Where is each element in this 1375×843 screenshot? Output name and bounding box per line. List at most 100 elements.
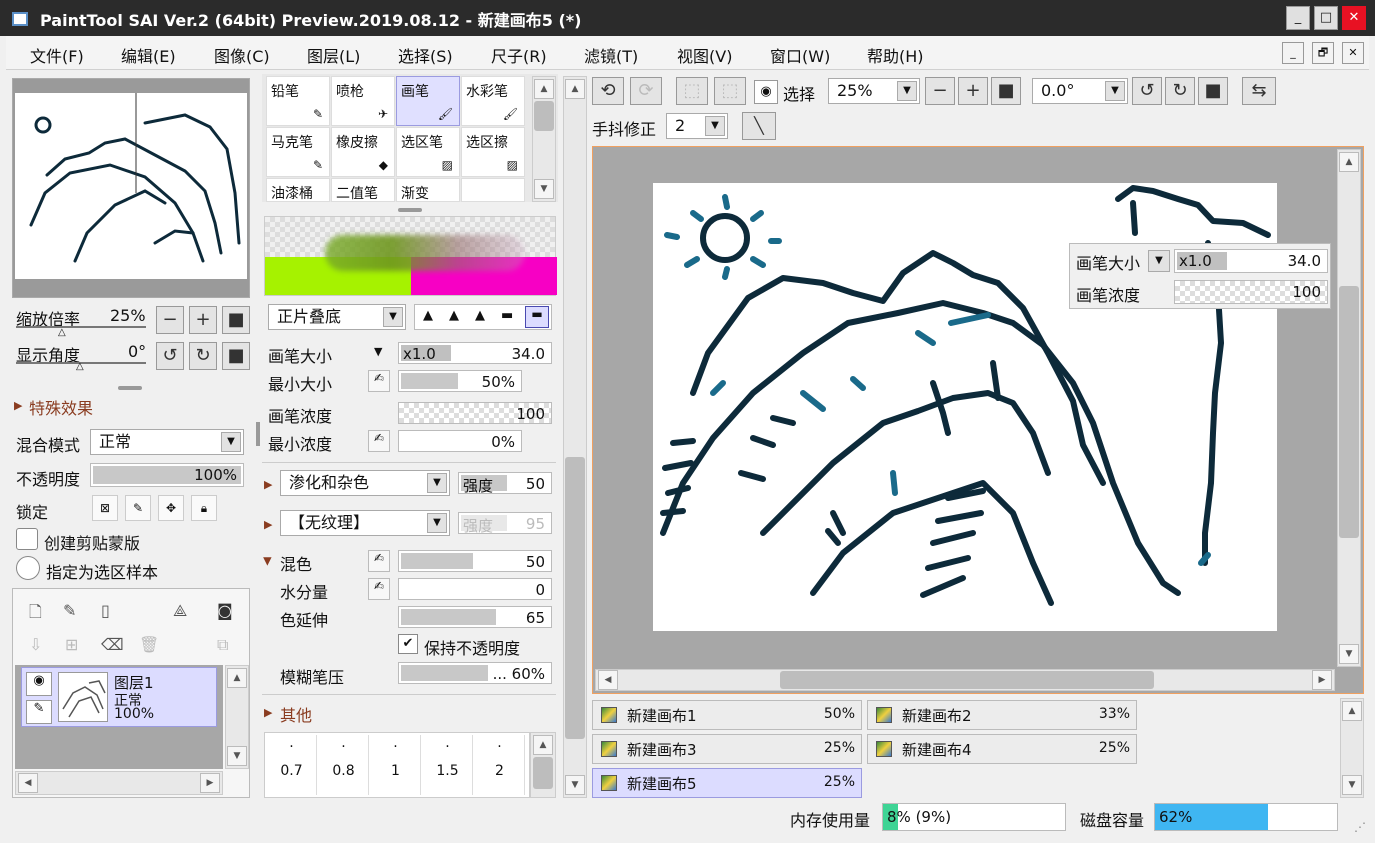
clip-mask-checkbox[interactable] (16, 528, 38, 550)
invert-selection-button[interactable]: ⬚ (714, 77, 746, 105)
lock-paint-icon[interactable]: ✎ (125, 495, 151, 521)
panel-resize-handle[interactable] (256, 422, 260, 446)
menu-help[interactable]: 帮助(H) (867, 43, 924, 67)
brush-shape-3-icon[interactable]: ▲ (475, 308, 485, 323)
layer-hscroll[interactable]: ◀ ▶ (15, 771, 223, 795)
menu-window[interactable]: 窗口(W) (770, 43, 830, 67)
pressure-density-icon[interactable]: ✍ (368, 430, 390, 452)
brush-shape-5-icon[interactable]: ▬ (525, 306, 549, 328)
stabilizer-select[interactable]: 2 ▼ (666, 113, 728, 139)
water-slider[interactable]: 0 (398, 578, 552, 600)
size-preset[interactable]: · 1.5 (423, 735, 473, 795)
blur-slider[interactable]: ... 60% (398, 662, 552, 684)
tool-二值笔[interactable]: 二值笔 (331, 178, 395, 202)
panel-splitter[interactable] (398, 208, 422, 212)
canvas-tab[interactable]: 新建画布1 50% (592, 700, 862, 730)
pressure-size-icon[interactable]: ✍ (368, 370, 390, 392)
deselect-button[interactable]: ⬚ (676, 77, 708, 105)
tool-喷枪[interactable]: 喷枪 ✈ (331, 76, 395, 126)
scroll-down-icon[interactable]: ▼ (227, 746, 247, 766)
tool-vscroll[interactable]: ▲ ▼ (532, 76, 556, 202)
canvas-viewport[interactable]: 画笔大小 ▼ x1.0 34.0 画笔浓度 100 ▲ ▼ ◀ ▶ (592, 146, 1364, 694)
scroll-thumb[interactable] (780, 671, 1154, 689)
minimize-button[interactable]: _ (1286, 6, 1310, 30)
scroll-up-icon[interactable]: ▲ (227, 668, 247, 688)
min-size-slider[interactable]: 50% (398, 370, 522, 392)
panel-splitter[interactable] (118, 386, 142, 390)
scroll-thumb[interactable] (533, 757, 553, 789)
copy-layer-icon[interactable]: ⧉ (217, 635, 228, 655)
menu-select[interactable]: 选择(S) (398, 43, 453, 67)
size-preset[interactable]: · 1 (371, 735, 421, 795)
undo-button[interactable]: ⟲ (592, 77, 624, 105)
tool-马克笔[interactable]: 马克笔 ✎ (266, 127, 330, 177)
rotate-reset-button[interactable]: ■ (222, 342, 250, 370)
tool-选区擦[interactable]: 选区擦 ▨ (461, 127, 525, 177)
brush-shape-2-icon[interactable]: ▲ (449, 308, 459, 323)
merge-down-icon[interactable]: ⇩ (29, 635, 42, 654)
overlay-density-slider[interactable]: 100 (1174, 280, 1328, 304)
angle-slider-thumb[interactable]: △ (76, 361, 84, 372)
menu-ruler[interactable]: 尺子(R) (491, 43, 547, 67)
scroll-thumb[interactable] (1339, 286, 1359, 538)
toolbar-zoom-in-button[interactable]: + (958, 77, 988, 105)
rotate-right-button[interactable]: ↻ (189, 342, 217, 370)
other-expand-icon[interactable]: ▶ (264, 706, 272, 719)
tool-橡皮擦[interactable]: 橡皮擦 ◆ (331, 127, 395, 177)
scroll-left-icon[interactable]: ◀ (18, 773, 38, 793)
zoom-in-button[interactable]: + (189, 306, 217, 334)
canvas-tab[interactable]: 新建画布4 25% (867, 734, 1137, 764)
tool-选区笔[interactable]: 选区笔 ▨ (396, 127, 460, 177)
min-density-slider[interactable]: 0% (398, 430, 522, 452)
menu-edit[interactable]: 编辑(E) (121, 43, 176, 67)
stretch-slider[interactable]: 65 (398, 606, 552, 628)
toolbar-zoom-out-button[interactable]: − (925, 77, 955, 105)
paint-pen-icon[interactable]: ✎ (26, 700, 52, 724)
tool-渐变[interactable]: 渐变 (396, 178, 460, 202)
redo-button[interactable]: ⟳ (630, 77, 662, 105)
scroll-down-icon[interactable]: ▼ (1342, 775, 1362, 795)
texture-strength-slider[interactable]: 强度 95 (458, 512, 552, 535)
zoom-reset-button[interactable]: ■ (222, 306, 250, 334)
rotate-left-button[interactable]: ↺ (156, 342, 184, 370)
close-button[interactable]: ✕ (1342, 6, 1366, 30)
navigator-preview[interactable] (12, 78, 250, 298)
brush-shape-4-icon[interactable]: ▬ (501, 308, 513, 323)
effects-expand-icon[interactable]: ▶ (14, 399, 22, 412)
toolbar-rotate-reset-button[interactable]: ■ (1198, 77, 1228, 105)
brush-density-slider[interactable]: 100 (398, 402, 552, 424)
new-vector-layer-icon[interactable]: ✎ (63, 601, 76, 620)
mix-slider[interactable]: 50 (398, 550, 552, 572)
scroll-up-icon[interactable]: ▲ (534, 79, 554, 99)
menu-file[interactable]: 文件(F) (30, 43, 84, 67)
brush-size-slider[interactable]: x1.0 34.0 (398, 342, 552, 364)
layer-mask-icon[interactable]: ◙ (217, 601, 233, 620)
delete-layer-icon[interactable]: 🗑︎ (139, 635, 159, 654)
canvas-tab[interactable]: 新建画布3 25% (592, 734, 862, 764)
opacity-slider[interactable]: 100% (90, 463, 244, 487)
scroll-down-icon[interactable]: ▼ (534, 179, 554, 199)
zoom-slider[interactable] (16, 326, 146, 328)
scroll-right-icon[interactable]: ▶ (200, 773, 220, 793)
chevron-down-icon[interactable]: ▼ (1148, 250, 1170, 272)
brush-shape-1-icon[interactable]: ▲ (423, 308, 433, 323)
scroll-left-icon[interactable]: ◀ (598, 670, 618, 690)
canvas-tab[interactable]: 新建画布2 33% (867, 700, 1137, 730)
scroll-down-icon[interactable]: ▼ (1339, 644, 1359, 664)
canvas-hscroll[interactable]: ◀ ▶ (595, 669, 1335, 691)
scroll-up-icon[interactable]: ▲ (565, 79, 585, 99)
toolbar-rotate-left-button[interactable]: ↺ (1132, 77, 1162, 105)
overlay-size-slider[interactable]: x1.0 34.0 (1174, 249, 1328, 273)
tool-画笔[interactable]: 画笔 🖌︎ (396, 76, 460, 126)
scroll-up-icon[interactable]: ▲ (1342, 701, 1362, 721)
tool-油漆桶[interactable]: 油漆桶 (266, 178, 330, 202)
lock-move-icon[interactable]: ✥ (158, 495, 184, 521)
tabs-vscroll[interactable]: ▲ ▼ (1340, 698, 1364, 798)
selection-sample-radio[interactable] (16, 556, 40, 580)
scroll-up-icon[interactable]: ▲ (533, 735, 553, 755)
size-preset[interactable]: · 0.8 (319, 735, 369, 795)
canvas-tab[interactable]: 新建画布5 25% (592, 768, 862, 798)
menu-filter[interactable]: 滤镜(T) (584, 43, 638, 67)
noise-select[interactable]: 渗化和杂色 ▼ (280, 470, 450, 496)
middle-vscroll[interactable]: ▲ ▼ (563, 76, 587, 798)
